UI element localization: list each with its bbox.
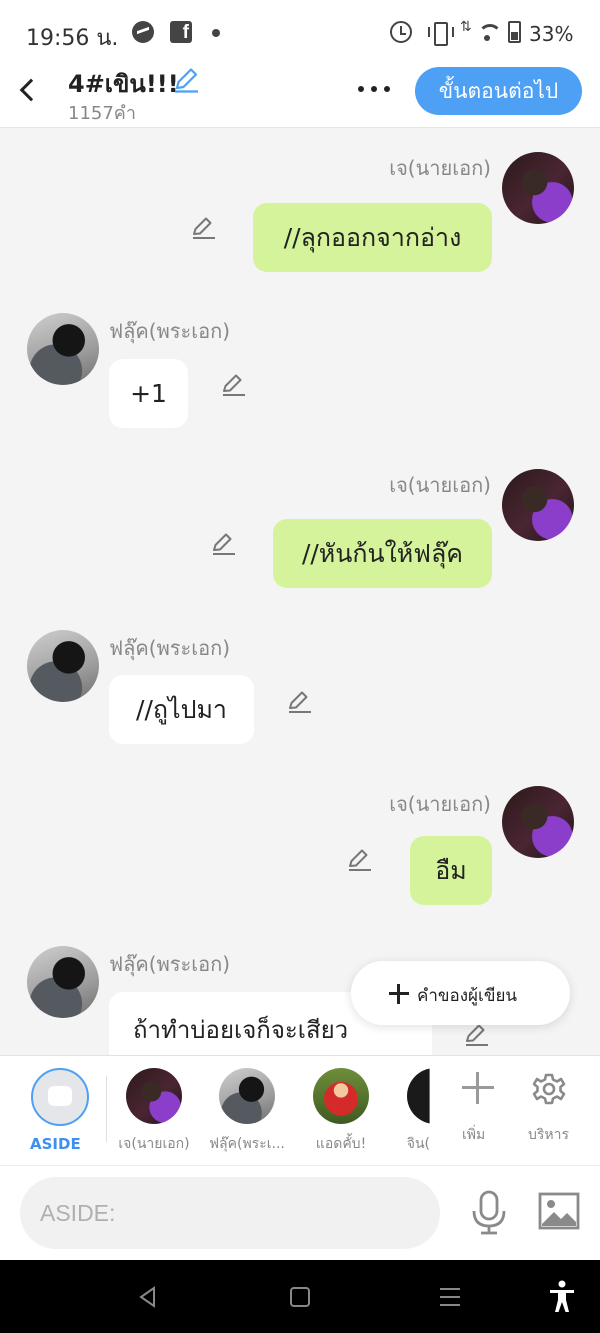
message-text: ถ้าทำบ่อยเจก็จะเสียว xyxy=(133,1016,349,1044)
gear-icon[interactable] xyxy=(532,1072,566,1106)
avatar xyxy=(126,1068,182,1124)
edit-message-icon[interactable] xyxy=(345,846,373,874)
status-bar: 19:56 น. f ⇅ 33% xyxy=(0,0,600,62)
speaker-name: ฟลุ๊ค(พระเอก) xyxy=(109,952,231,976)
avatar[interactable] xyxy=(27,630,99,702)
character-name: ฟลุ๊ค(พระเ... xyxy=(209,1136,285,1152)
battery-icon xyxy=(508,21,521,43)
character-name: แอดคั้บ! xyxy=(315,1136,367,1152)
more-options-icon[interactable] xyxy=(356,80,392,100)
edit-message-icon[interactable] xyxy=(209,530,237,558)
character-bar: ASIDE เจ(นายเอก) ฟลุ๊ค(พระเ... แอดคั้บ! … xyxy=(0,1055,600,1165)
add-character-label[interactable]: เพิ่ม xyxy=(462,1124,485,1146)
avatar[interactable] xyxy=(27,313,99,385)
edit-message-icon[interactable] xyxy=(285,688,313,716)
character-item[interactable]: ฟลุ๊ค(พระเ... xyxy=(202,1056,292,1166)
speaker-name: เจ(นายเอก) xyxy=(389,156,491,180)
microphone-icon[interactable] xyxy=(470,1190,508,1236)
edit-title-icon[interactable] xyxy=(172,66,200,94)
author-note-button[interactable]: คำของผู้เขียน xyxy=(351,961,570,1025)
chat-area: เจ(นายเอก) //ลุกออกจากอ่าง ฟลุ๊ค(พระเอก)… xyxy=(0,128,600,1055)
message-input[interactable] xyxy=(20,1177,440,1249)
aside-icon[interactable] xyxy=(31,1068,89,1126)
character-item[interactable]: เจ(นายเอก) xyxy=(109,1056,199,1166)
character-item[interactable]: แอดคั้บ! xyxy=(296,1056,386,1166)
speaker-name: ฟลุ๊ค(พระเอก) xyxy=(109,319,231,343)
back-icon[interactable] xyxy=(14,74,40,100)
app-header: 4#เขิน!!! 1157คำ ขั้นตอนต่อไป xyxy=(0,62,600,128)
vibrate-icon xyxy=(428,21,454,46)
edit-message-icon[interactable] xyxy=(219,371,247,399)
system-nav-bar xyxy=(0,1260,600,1333)
avatar xyxy=(313,1068,369,1124)
character-name: จิน( xyxy=(406,1136,430,1152)
avatar[interactable] xyxy=(502,469,574,541)
message-bubble[interactable]: //ถูไปมา xyxy=(109,675,254,744)
plus-icon xyxy=(389,984,409,1004)
data-arrows-icon: ⇅ xyxy=(460,19,472,35)
accessibility-icon[interactable] xyxy=(548,1280,576,1314)
avatar xyxy=(219,1068,275,1124)
composer-bar xyxy=(0,1165,600,1260)
messenger-icon xyxy=(132,21,154,43)
message-bubble[interactable]: //หันก้นให้ฟลุ๊ค xyxy=(273,519,492,588)
word-count: 1157คำ xyxy=(68,103,136,124)
status-time: 19:56 น. xyxy=(26,26,119,51)
nav-home-icon[interactable] xyxy=(290,1287,310,1307)
avatar[interactable] xyxy=(502,786,574,858)
wifi-icon xyxy=(476,21,502,43)
speaker-name: เจ(นายเอก) xyxy=(389,792,491,816)
aside-label[interactable]: ASIDE xyxy=(30,1135,81,1153)
divider xyxy=(106,1076,107,1142)
speaker-name: ฟลุ๊ค(พระเอก) xyxy=(109,636,231,660)
manage-label[interactable]: บริหาร xyxy=(528,1124,569,1146)
add-character-icon[interactable] xyxy=(462,1072,494,1104)
facebook-icon: f xyxy=(170,21,192,43)
alarm-icon xyxy=(390,21,412,43)
message-bubble[interactable]: //ลุกออกจากอ่าง xyxy=(253,203,492,272)
nav-back-icon[interactable] xyxy=(136,1285,160,1309)
nav-recents-icon[interactable] xyxy=(440,1288,460,1306)
character-name: เจ(นายเอก) xyxy=(118,1136,190,1152)
speaker-name: เจ(นายเอก) xyxy=(389,473,491,497)
next-step-button[interactable]: ขั้นตอนต่อไป xyxy=(415,67,582,115)
message-bubble[interactable]: +1 xyxy=(109,359,188,428)
battery-percent: 33% xyxy=(529,22,574,46)
avatar[interactable] xyxy=(27,946,99,1018)
notification-dot-icon xyxy=(212,29,220,37)
avatar[interactable] xyxy=(502,152,574,224)
message-bubble[interactable]: อืม xyxy=(410,836,492,905)
edit-message-icon[interactable] xyxy=(189,214,217,242)
author-note-label: คำของผู้เขียน xyxy=(417,986,518,1006)
avatar xyxy=(407,1068,430,1124)
edit-message-icon[interactable] xyxy=(462,1021,490,1049)
image-icon[interactable] xyxy=(538,1192,580,1230)
character-item[interactable]: จิน( xyxy=(390,1056,430,1166)
